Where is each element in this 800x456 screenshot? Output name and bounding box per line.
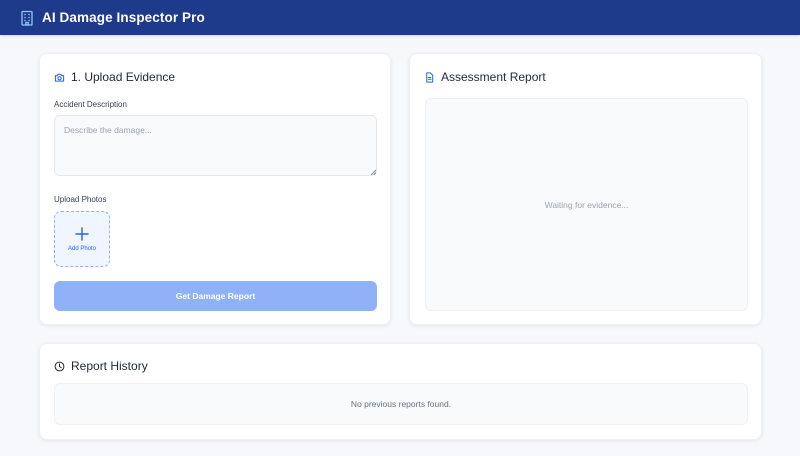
history-card-header: Report History [54,359,148,373]
plus-icon [75,226,89,241]
app-header: AI Damage Inspector Pro [0,0,800,35]
clock-icon [54,361,65,372]
get-damage-report-button[interactable]: Get Damage Report [54,281,377,311]
history-card-title: Report History [71,359,148,373]
report-card-title: Assessment Report [441,70,546,84]
history-list: No previous reports found. [54,383,748,425]
history-empty-text: No previous reports found. [350,399,452,409]
description-field[interactable] [54,115,377,176]
app-title: AI Damage Inspector Pro [42,10,205,25]
add-photo-button[interactable]: Add Photo [54,211,110,267]
camera-icon [54,72,65,83]
report-history-card: Report History No previous reports found… [39,343,762,440]
building-icon [20,10,34,26]
assessment-report-card: Assessment Report Waiting for evidence..… [409,53,762,325]
report-status-text: Waiting for evidence... [544,199,629,210]
upload-card-header: 1. Upload Evidence [54,70,175,84]
description-label: Accident Description [54,100,127,109]
report-output-area: Waiting for evidence... [425,98,748,311]
report-card-header: Assessment Report [424,70,546,84]
upload-photos-label: Upload Photos [54,195,107,204]
upload-evidence-card: 1. Upload Evidence Accident Description … [39,53,391,325]
document-icon [424,71,435,83]
add-photo-label: Add Photo [67,245,97,252]
upload-card-title: 1. Upload Evidence [71,70,176,84]
